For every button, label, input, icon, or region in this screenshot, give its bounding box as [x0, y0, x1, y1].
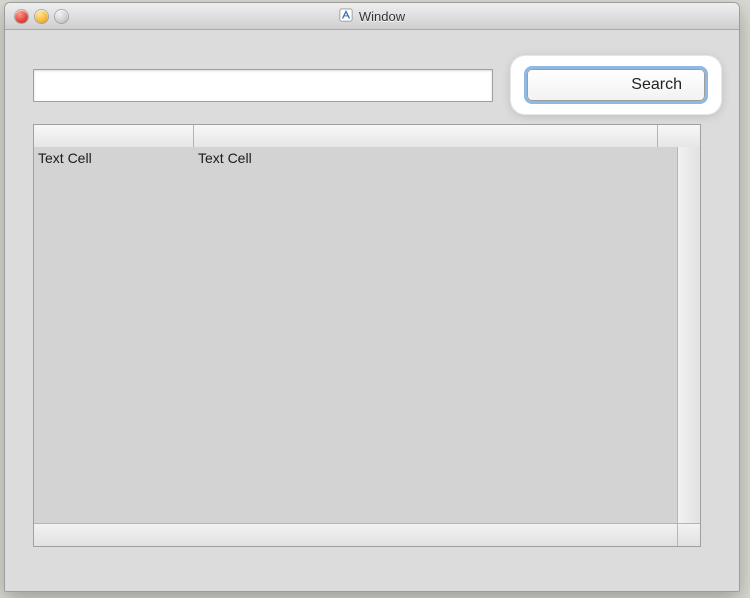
search-button-focus-ring: Search [511, 56, 721, 114]
window-content: Search Text CellText Cell [5, 30, 739, 591]
table-column-2[interactable] [194, 125, 658, 147]
table-cell: Text Cell [34, 150, 194, 166]
search-textfield[interactable] [33, 69, 493, 102]
app-window: Window Search Text CellText Cell [4, 2, 740, 592]
titlebar[interactable]: Window [5, 3, 739, 30]
horizontal-scrollbar[interactable] [34, 523, 678, 546]
vertical-scrollbar[interactable] [677, 147, 700, 524]
window-controls [5, 10, 68, 23]
table-column-1[interactable] [34, 125, 194, 147]
window-title: Window [359, 9, 405, 24]
table-column-3[interactable] [658, 125, 682, 147]
minimize-button[interactable] [35, 10, 48, 23]
zoom-button[interactable] [55, 10, 68, 23]
scroll-corner [677, 523, 700, 546]
table-header[interactable] [34, 125, 700, 148]
app-icon [339, 8, 353, 25]
table-row[interactable]: Text CellText Cell [34, 147, 678, 169]
window-title-area: Window [5, 3, 739, 29]
table-body[interactable]: Text CellText Cell [34, 147, 678, 524]
search-bar-row: Search [33, 62, 721, 114]
close-button[interactable] [15, 10, 28, 23]
search-button[interactable]: Search [527, 69, 705, 101]
table-cell: Text Cell [194, 150, 658, 166]
results-table: Text CellText Cell [33, 124, 701, 547]
